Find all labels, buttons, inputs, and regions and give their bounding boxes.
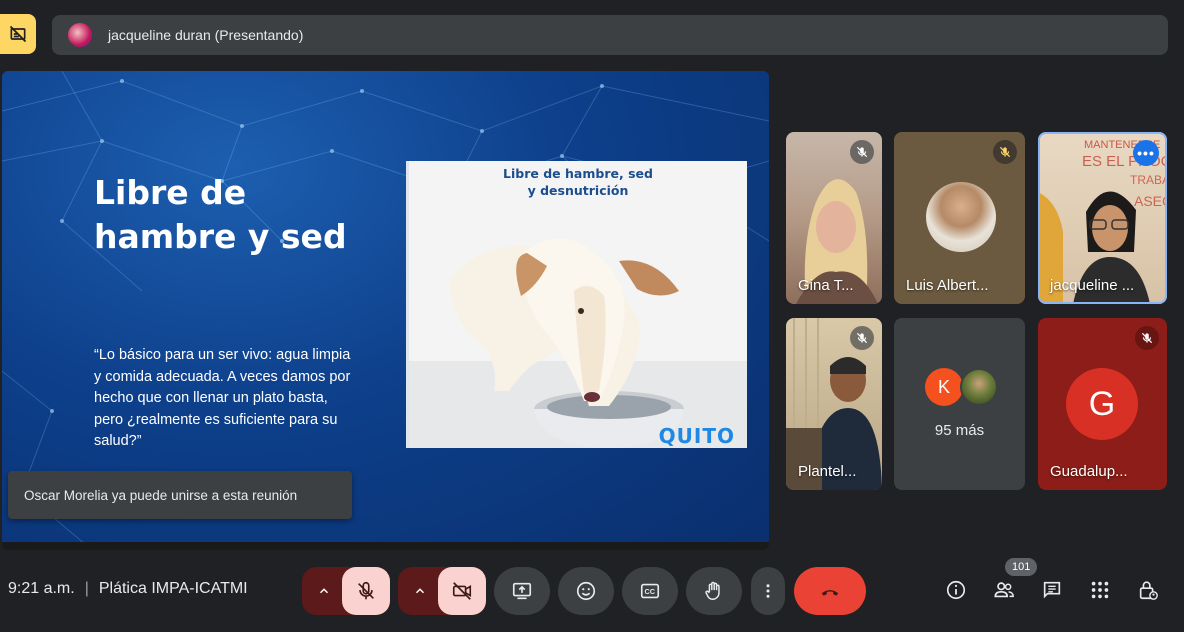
present-screen-icon <box>512 582 532 600</box>
muted-indicator <box>850 326 874 350</box>
muted-indicator <box>850 140 874 164</box>
slide-quote: “Lo básico para un ser vivo: agua limpia… <box>94 347 351 449</box>
svg-text:ASEC: ASEC <box>1134 193 1167 209</box>
pin-off-icon <box>9 25 27 43</box>
more-options-indicator[interactable]: ••• <box>1133 140 1159 166</box>
activities-button[interactable] <box>1086 576 1114 604</box>
participant-avatar <box>926 182 996 252</box>
camera-toggle-button[interactable] <box>438 567 486 615</box>
dog-drinking-illustration <box>409 161 747 448</box>
captions-icon: CC <box>640 583 660 599</box>
present-screen-button[interactable] <box>494 567 550 615</box>
apps-grid-icon <box>1091 581 1109 599</box>
participant-tile-gina[interactable]: Gina T... <box>786 132 882 304</box>
raise-hand-icon <box>705 581 720 600</box>
mic-toggle-button[interactable] <box>342 567 390 615</box>
people-icon <box>994 582 1014 598</box>
participant-name: Luis Albert... <box>906 277 989 294</box>
raise-hand-button[interactable] <box>686 567 742 615</box>
microphone-control <box>302 567 390 615</box>
svg-text:CC: CC <box>645 587 656 596</box>
chevron-up-icon <box>415 588 425 594</box>
join-notification-toast: Oscar Morelia ya puede unirse a esta reu… <box>8 471 352 519</box>
slide-logo: QUITO <box>658 424 735 448</box>
audio-options-button[interactable] <box>302 567 346 615</box>
mic-off-icon <box>856 146 868 158</box>
meeting-name[interactable]: Plática IMPA-ICATMI <box>99 580 248 597</box>
toast-message: Oscar Morelia ya puede unirse a esta reu… <box>24 487 298 503</box>
presenter-avatar <box>68 23 92 47</box>
info-separator: | <box>84 580 89 597</box>
slide-title: Libre de hambre y sed <box>94 173 347 256</box>
unpin-button[interactable] <box>0 14 36 54</box>
people-count-badge: 101 <box>1005 558 1038 576</box>
more-dots-icon: ••• <box>1137 145 1155 161</box>
people-button[interactable] <box>990 576 1018 604</box>
more-vert-icon <box>766 584 770 598</box>
reactions-button[interactable] <box>558 567 614 615</box>
mic-off-icon <box>1141 332 1153 344</box>
end-call-icon <box>821 590 839 596</box>
lock-person-icon <box>1139 581 1158 600</box>
muted-indicator <box>993 140 1017 164</box>
current-time: 9:21 a.m. <box>8 580 75 597</box>
more-options-button[interactable] <box>751 567 785 615</box>
avatar-k: K <box>925 368 963 406</box>
camera-control <box>398 567 486 615</box>
emoji-icon <box>576 581 596 601</box>
presenter-label: jacqueline duran (Presentando) <box>108 27 304 43</box>
participant-tile-guadalupe[interactable]: G Guadalup... <box>1038 318 1167 490</box>
participant-avatar: G <box>1066 368 1138 440</box>
others-tile[interactable]: K 95 más <box>894 318 1025 490</box>
chat-icon <box>1043 581 1061 599</box>
participant-name: Gina T... <box>798 277 854 294</box>
participant-name: jacqueline ... <box>1050 277 1135 294</box>
chat-button[interactable] <box>1038 576 1066 604</box>
meeting-details-button[interactable] <box>942 576 970 604</box>
participant-tile-plantel[interactable]: Plantel... <box>786 318 882 490</box>
host-controls-button[interactable] <box>1134 576 1162 604</box>
leave-call-button[interactable] <box>794 567 866 615</box>
meet-window: jacqueline duran (Presentando) Libre de … <box>0 0 1184 632</box>
chevron-up-icon <box>319 588 329 594</box>
participant-name: Plantel... <box>798 463 857 480</box>
meeting-info: 9:21 a.m. | Plática IMPA-ICATMI <box>8 580 248 598</box>
participant-tile-jacqueline[interactable]: MANTENERSE ES EL PROC TRABA ASEC ••• jac… <box>1038 132 1167 304</box>
presentation-bar: jacqueline duran (Presentando) <box>52 15 1168 55</box>
slide-image-caption: Libre de hambre, sed y desnutrición <box>409 165 747 199</box>
svg-text:TRABA: TRABA <box>1130 173 1167 187</box>
muted-indicator <box>1135 326 1159 350</box>
avatar-photo <box>960 368 998 406</box>
video-options-button[interactable] <box>398 567 442 615</box>
slide-image-caption-line2: y desnutrición <box>527 183 629 198</box>
slide-dog-image: Libre de hambre, sed y desnutrición QUIT… <box>406 161 747 448</box>
others-count-label: 95 más <box>934 422 985 439</box>
slide-bottom-strip <box>2 542 769 550</box>
mic-off-icon <box>856 332 868 344</box>
participant-tile-luis[interactable]: Luis Albert... <box>894 132 1025 304</box>
info-icon <box>946 580 966 600</box>
mic-off-icon <box>358 581 374 600</box>
mic-off-icon <box>999 146 1011 158</box>
camera-off-icon <box>452 582 472 600</box>
slide-image-caption-line1: Libre de hambre, sed <box>503 166 653 181</box>
captions-button[interactable]: CC <box>622 567 678 615</box>
participant-name: Guadalup... <box>1050 463 1128 480</box>
